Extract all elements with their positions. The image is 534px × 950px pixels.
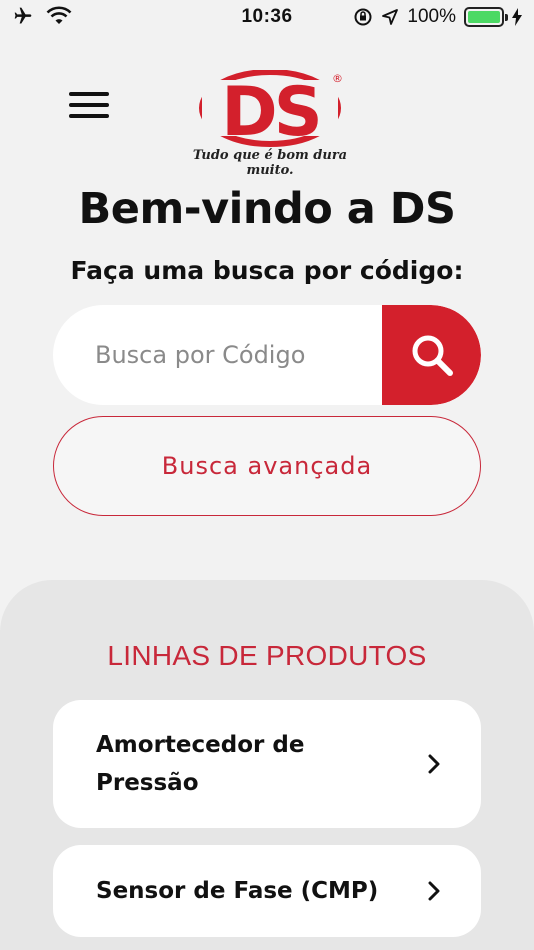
product-item-label: Amortecedor de Pressão xyxy=(96,732,305,796)
search-bar xyxy=(53,305,481,405)
battery-percent: 100% xyxy=(407,6,456,27)
logo-tagline: Tudo que é bom dura muito. xyxy=(192,148,348,178)
search-icon xyxy=(412,335,453,376)
battery-icon xyxy=(464,7,508,27)
logo-text: DS xyxy=(221,73,318,148)
chevron-right-icon xyxy=(428,754,440,774)
status-bar: 10:36 100% xyxy=(0,0,534,36)
hamburger-menu-icon[interactable] xyxy=(68,90,110,120)
product-item-sensor-fase[interactable]: Sensor de Fase (CMP) xyxy=(53,845,481,937)
search-input[interactable] xyxy=(53,305,383,405)
advanced-search-button[interactable]: Busca avançada xyxy=(53,416,481,516)
search-button[interactable] xyxy=(382,305,481,405)
orientation-lock-icon xyxy=(354,8,372,26)
product-lines-title: LINHAS DE PRODUTOS xyxy=(107,640,427,671)
page-title: Bem-vindo a DS xyxy=(78,184,456,234)
search-prompt: Faça uma busca por código: xyxy=(70,256,464,285)
product-item-amortecedor[interactable]: Amortecedor de Pressão xyxy=(53,700,481,828)
product-item-label: Sensor de Fase (CMP) xyxy=(96,878,379,904)
svg-text:®: ® xyxy=(332,72,343,85)
product-lines-panel: LINHAS DE PRODUTOS Amortecedor de Pressã… xyxy=(0,580,534,950)
location-icon xyxy=(382,9,399,25)
charging-icon xyxy=(512,8,522,26)
brand-logo: DS ® Tudo que é bom dura muito. xyxy=(170,69,370,178)
chevron-right-icon xyxy=(428,881,440,901)
